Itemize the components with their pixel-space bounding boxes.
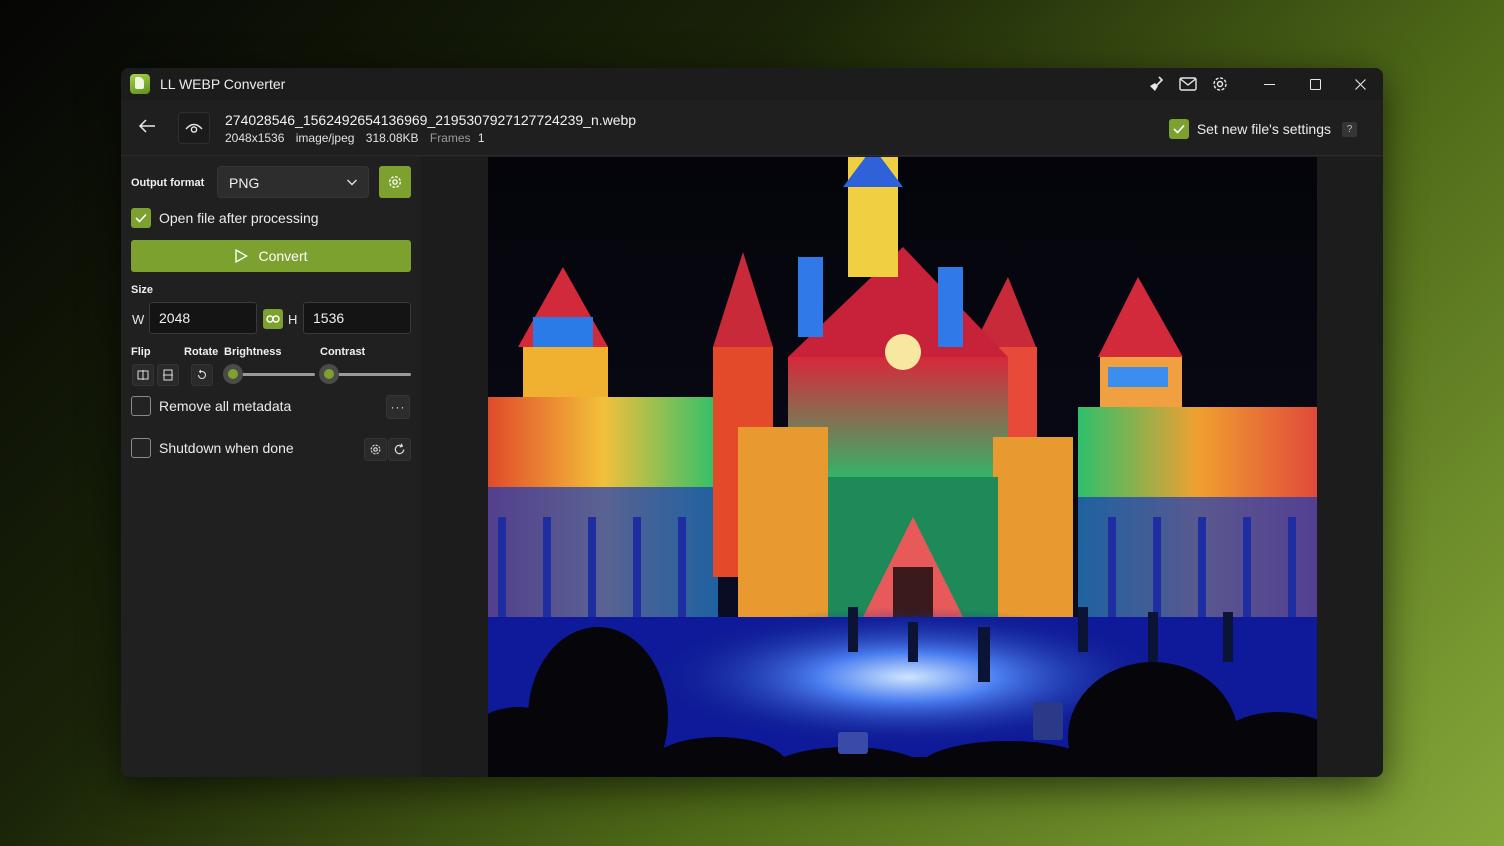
brightness-track: [233, 373, 315, 376]
aspect-lock-button[interactable]: [263, 309, 283, 329]
remove-metadata-checkbox[interactable]: [131, 396, 151, 416]
open-after-processing-label: Open file after processing: [159, 210, 319, 226]
width-label: W: [132, 312, 145, 327]
format-settings-button[interactable]: [379, 166, 411, 198]
gear-icon: [370, 444, 381, 455]
close-icon: [1354, 78, 1366, 90]
app-title: LL WEBP Converter: [160, 76, 286, 92]
shutdown-settings-button[interactable]: [364, 438, 387, 461]
checkmark-icon: [135, 213, 147, 223]
gear-icon[interactable]: [1209, 74, 1231, 94]
broom-icon[interactable]: [1145, 74, 1167, 94]
file-meta: 2048x1536 image/jpeg 318.08KB Frames 1: [225, 131, 493, 145]
height-input[interactable]: [303, 302, 411, 334]
remove-metadata-label: Remove all metadata: [159, 398, 292, 414]
settings-panel: Output format PNG Open file after proces…: [121, 157, 421, 777]
help-icon[interactable]: ?: [1342, 121, 1357, 137]
open-after-processing-toggle[interactable]: Open file after processing: [131, 208, 319, 228]
file-mime: image/jpeg: [295, 131, 355, 145]
output-format-select[interactable]: PNG: [217, 166, 369, 198]
refresh-button[interactable]: [388, 438, 411, 461]
gear-icon: [389, 176, 401, 188]
maximize-button[interactable]: [1292, 68, 1338, 100]
set-new-settings-label: Set new file's settings: [1196, 121, 1331, 137]
set-new-settings-toggle[interactable]: Set new file's settings ?: [1168, 119, 1357, 139]
frames-count: 1: [477, 131, 485, 145]
mail-icon[interactable]: [1177, 74, 1199, 94]
brightness-slider[interactable]: [223, 364, 243, 384]
contrast-track: [329, 373, 411, 376]
file-name: 274028546_1562492654136969_2195307927127…: [225, 112, 637, 128]
output-format-value: PNG: [229, 175, 260, 191]
set-new-settings-checkbox[interactable]: [1168, 119, 1189, 139]
flip-horizontal-icon: [137, 370, 149, 380]
chevron-down-icon: [347, 179, 357, 186]
app-logo-icon: [130, 74, 150, 94]
file-dimensions: 2048x1536: [225, 131, 285, 145]
shutdown-toggle[interactable]: Shutdown when done: [131, 438, 294, 458]
metadata-options-button[interactable]: ···: [386, 395, 410, 419]
file-size: 318.08KB: [365, 131, 419, 145]
eye-icon: [185, 123, 203, 133]
size-label: Size: [131, 284, 154, 296]
play-icon: [235, 249, 249, 263]
contrast-slider[interactable]: [319, 364, 339, 384]
preview-image: [488, 157, 1317, 777]
file-header: 274028546_1562492654136969_2195307927127…: [121, 100, 1383, 156]
contrast-label: Contrast: [320, 346, 366, 358]
convert-label: Convert: [258, 248, 308, 264]
flip-label: Flip: [131, 346, 151, 358]
flip-vertical-icon: [163, 369, 173, 381]
rotate-label: Rotate: [184, 346, 219, 358]
preview-toggle-button[interactable]: [178, 112, 210, 144]
checkmark-icon: [1173, 124, 1185, 134]
flip-horizontal-button[interactable]: [132, 364, 154, 386]
width-input[interactable]: [149, 302, 257, 334]
frames-label: Frames: [429, 131, 471, 145]
minimize-button[interactable]: [1246, 68, 1292, 100]
flip-vertical-button[interactable]: [157, 364, 179, 386]
output-format-label: Output format: [131, 177, 205, 189]
remove-metadata-toggle[interactable]: Remove all metadata: [131, 396, 291, 416]
shutdown-label: Shutdown when done: [159, 440, 294, 456]
minimize-icon: [1263, 83, 1275, 85]
shutdown-checkbox[interactable]: [131, 438, 151, 458]
open-after-processing-checkbox[interactable]: [131, 208, 151, 228]
image-preview-area: [421, 157, 1383, 777]
app-window: LL WEBP Converter 274028546_156249265413…: [121, 68, 1383, 777]
rotate-button[interactable]: [191, 364, 213, 386]
back-button[interactable]: [135, 114, 159, 138]
maximize-icon: [1309, 78, 1321, 90]
title-bar: LL WEBP Converter: [121, 68, 1383, 100]
close-button[interactable]: [1337, 68, 1383, 100]
rotate-icon: [197, 369, 207, 380]
height-label: H: [288, 312, 298, 327]
arrow-left-icon: [138, 119, 155, 133]
convert-button[interactable]: Convert: [131, 240, 411, 272]
refresh-icon: [394, 443, 405, 455]
brightness-label: Brightness: [224, 346, 282, 358]
link-icon: [266, 315, 280, 323]
